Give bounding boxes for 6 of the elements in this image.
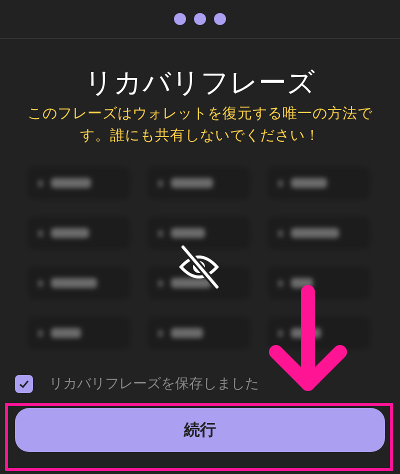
warning-text: このフレーズはウォレットを復元する唯一の方法です。誰にも共有しないでください！	[26, 104, 374, 146]
continue-button[interactable]: 続行	[15, 408, 385, 452]
check-icon	[18, 378, 30, 390]
checkbox-label: リカバリフレーズを保存しました	[49, 375, 259, 393]
screen-title: リカバリフレーズ	[84, 65, 316, 101]
checkbox[interactable]	[15, 375, 33, 393]
